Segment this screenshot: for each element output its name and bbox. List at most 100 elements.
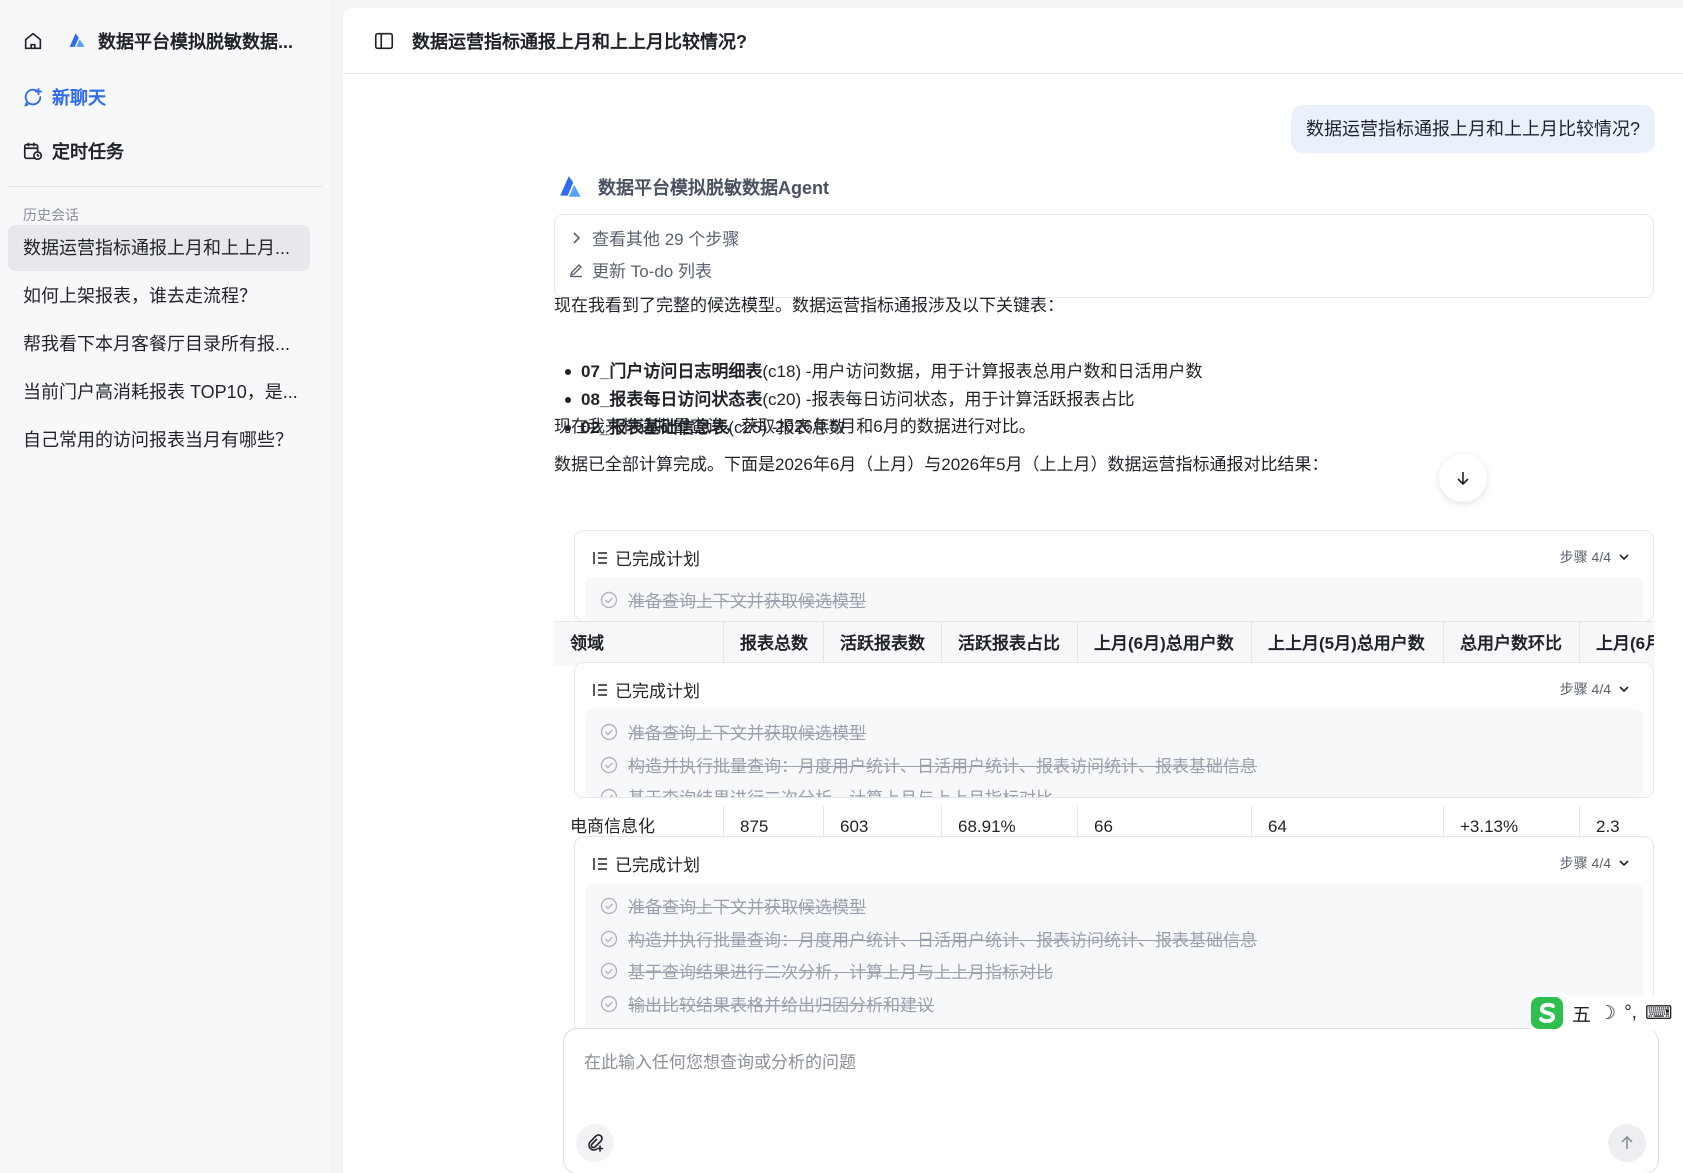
update-todo-label: 更新 To-do 列表 [592,262,712,281]
plan-steps-label: 步骤 4/4 [1559,855,1611,871]
plan-steps-list: 准备查询上下文并获取候选模型 构造并执行批量查询：月度用户统计、日活用户统计、报… [585,709,1643,797]
plan-steps-list: 准备查询上下文并获取候选模型 [585,577,1643,621]
plan-card: 已完成计划 步骤 4/4 准备查询上下文并获取候选模型 构造并执行批量查询：月度… [574,662,1654,798]
punct-icon[interactable]: °, [1624,1002,1637,1024]
plan-step: 准备查询上下文并获取候选模型 [600,587,866,612]
arrow-down-icon [1457,472,1469,486]
plan-steps-label: 步骤 4/4 [1559,681,1611,697]
plan-step-label: 基于查询结果进行二次分析，计算上月与上上月指标对比 [628,784,1053,797]
page-title: 数据运营指标通报上月和上上月比较情况? [412,31,747,52]
history-item[interactable]: 如何上架报表，谁去走流程？ [8,273,310,319]
table-header-cell: 上月(6月)总用户数 [1078,622,1252,666]
history-item[interactable]: 当前门户高消耗报表 TOP10，是... [8,369,310,415]
table-header: 领域 报表总数 活跃报表数 活跃报表占比 上月(6月)总用户数 上上月(5月)总… [554,622,1654,666]
plan-step: 基于查询结果进行二次分析，计算上月与上上月指标对比 [600,784,1053,797]
plan-steps-toggle[interactable]: 步骤 4/4 [1560,679,1631,699]
plan-title: 已完成计划 [615,682,700,701]
plan-header[interactable]: 已完成计划 [591,677,700,702]
main-panel: 数据运营指标通报上月和上上月比较情况? 数据运营指标通报上月和上上月比较情况? … [343,8,1683,1173]
chat-input-box[interactable]: 在此输入任何您想查询或分析的问题 [563,1028,1659,1173]
plan-card: 已完成计划 步骤 4/4 准备查询上下文并获取候选模型 构造并执行批量查询：月度… [574,836,1654,1036]
arrow-up-icon [1621,1135,1633,1149]
list-icon [593,683,607,696]
chevron-down-icon [1619,860,1629,867]
table-header-cell: 报表总数 [724,622,824,666]
table-code: (c18) - [762,362,812,381]
plan-header[interactable]: 已完成计划 [591,545,700,570]
moon-icon[interactable]: ☽ [1599,1002,1616,1025]
list-item: 08_报表每日访问状态表 (c20) - 报表每日访问状态，用于计算活跃报表占比 [565,386,1203,414]
table-desc: 报表每日访问状态，用于计算活跃报表占比 [811,390,1135,409]
scheduled-tasks-button[interactable]: 定时任务 [22,138,124,164]
scroll-to-bottom-button[interactable] [1439,454,1487,502]
chevron-down-icon [1619,686,1629,693]
plan-step: 构造并执行批量查询：月度用户统计、日活用户统计、报表访问统计、报表基础信息 [600,926,1257,951]
user-message: 数据运营指标通报上月和上上月比较情况? [1290,105,1655,153]
update-todo-step: 更新 To-do 列表 [568,257,712,282]
chevron-down-icon [1619,554,1629,561]
plan-step-label: 准备查询上下文并获取候选模型 [628,724,866,743]
plan-step-label: 准备查询上下文并获取候选模型 [628,898,866,917]
send-button[interactable] [1608,1124,1646,1162]
plan-step: 准备查询上下文并获取候选模型 [600,893,866,918]
history-item[interactable]: 自己常用的访问报表当月有哪些？ [8,417,310,463]
table-header-cell: 上上月(5月)总用户数 [1252,622,1444,666]
plan-step-label: 构造并执行批量查询：月度用户统计、日活用户统计、报表访问统计、报表基础信息 [628,931,1257,950]
new-chat-icon [24,87,43,107]
check-circle-icon [600,756,618,773]
plan-step: 准备查询上下文并获取候选模型 [600,719,866,744]
plan-header[interactable]: 已完成计划 [591,851,700,876]
agent-paragraph: 数据已全部计算完成。下面是2026年6月（上月）与2026年5月（上上月）数据运… [554,455,1329,474]
main-header: 数据运营指标通报上月和上上月比较情况? [343,8,1683,74]
plan-step-label: 基于查询结果进行二次分析，计算上月与上上月指标对比 [628,963,1053,982]
ime-mode[interactable]: 五 [1572,1000,1591,1027]
attach-button[interactable] [576,1124,614,1162]
plan-step: 基于查询结果进行二次分析，计算上月与上上月指标对比 [600,958,1053,983]
app-logo-icon [69,33,85,47]
history-item[interactable]: 帮我看下本月客餐厅目录所有报... [8,321,310,367]
ime-toolbar: 五 ☽ °, ⌨ [1530,995,1683,1031]
plan-steps-list: 准备查询上下文并获取候选模型 构造并执行批量查询：月度用户统计、日活用户统计、报… [585,883,1643,1035]
toggle-sidebar-icon[interactable] [373,30,395,52]
calendar-clock-icon [23,142,43,161]
home-icon[interactable] [22,30,44,52]
plan-title: 已完成计划 [615,856,700,875]
chat-input[interactable]: 在此输入任何您想查询或分析的问题 [584,1048,856,1073]
check-circle-icon [600,591,618,608]
check-circle-icon [600,897,618,914]
table-header-cell: 活跃报表数 [824,622,942,666]
plan-steps-toggle[interactable]: 步骤 4/4 [1560,853,1631,873]
more-steps-toggle[interactable]: 查看其他 29 个步骤 [568,225,739,250]
sogou-logo-icon[interactable] [1530,996,1564,1030]
history-item[interactable]: 数据运营指标通报上月和上上月... [8,225,310,271]
agent-logo-icon [560,176,581,197]
plan-steps-label: 步骤 4/4 [1559,549,1611,565]
agent-paragraph: 现在我看到了完整的候选模型。数据运营指标通报涉及以下关键表： [554,296,1064,315]
keyboard-icon[interactable]: ⌨ [1645,1002,1672,1025]
history-label: 历史会话 [23,207,79,223]
app-title: 数据平台模拟脱敏数据... [98,32,294,52]
paperclip-icon [588,1134,604,1152]
check-circle-icon [600,995,618,1012]
new-chat-button[interactable]: 新聊天 [22,84,106,110]
plan-step-label: 输出比较结果表格并给出归因分析和建议 [628,996,934,1015]
table-desc: 用户访问数据，用于计算报表总用户数和日活用户数 [811,362,1203,381]
sidebar-header: 数据平台模拟脱敏数据... [22,26,312,56]
plan-step: 构造并执行批量查询：月度用户统计、日活用户统计、报表访问统计、报表基础信息 [600,752,1257,777]
history-list: 数据运营指标通报上月和上上月... 如何上架报表，谁去走流程？ 帮我看下本月客餐… [8,225,310,465]
check-circle-icon [600,788,618,797]
table-name: 07_门户访问日志明细表 [581,362,763,381]
plan-step-label: 准备查询上下文并获取候选模型 [628,592,866,611]
table-code: (c20) - [762,390,812,409]
table-header-cell: 上月(6月 [1580,622,1654,666]
check-circle-icon [600,723,618,740]
sidebar: 数据平台模拟脱敏数据... 新聊天 定时任务 历史会话 数据运营指标通报上月和上… [0,0,330,1173]
plan-steps-toggle[interactable]: 步骤 4/4 [1560,547,1631,567]
scheduled-tasks-label: 定时任务 [52,142,124,162]
check-circle-icon [600,962,618,979]
new-chat-label: 新聊天 [52,88,106,108]
chevron-right-icon [573,231,581,244]
plan-step: 输出比较结果表格并给出归因分析和建议 [600,991,934,1016]
edit-icon [569,263,582,277]
plan-step-label: 构造并执行批量查询：月度用户统计、日活用户统计、报表访问统计、报表基础信息 [628,757,1257,776]
